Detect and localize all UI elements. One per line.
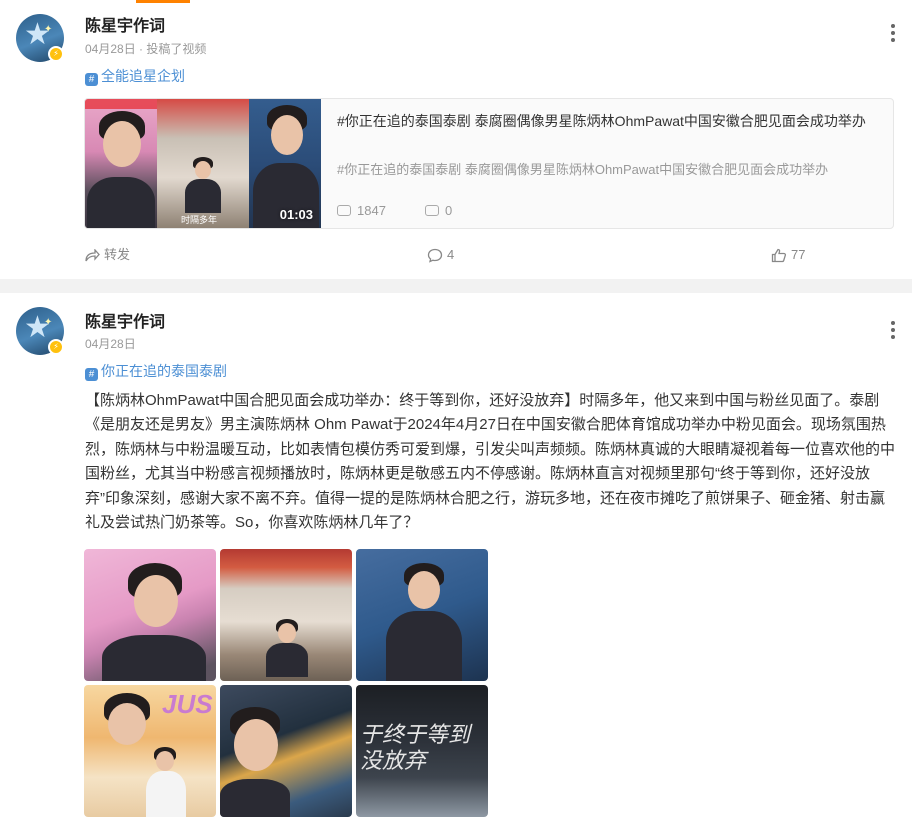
verified-badge-icon: ⚡ [48,46,64,62]
post-meta: 04月28日 · 投稿了视频 [85,40,206,57]
video-title[interactable]: #你正在追的泰国泰剧 泰腐圈偶像男星陈炳林OhmPawat中国安徽合肥见面会成功… [337,111,882,132]
hashtag-icon: # [85,368,98,381]
video-duration: 01:03 [279,207,313,222]
danmaku-icon [425,205,439,216]
like-button[interactable]: 77 [771,243,805,267]
author-name[interactable]: 陈星宇作词 [85,12,165,36]
post-image[interactable]: 于终于等到 没放弃 [356,685,488,817]
repost-icon [85,248,100,262]
video-thumbnail[interactable]: 时隔多年 01:03 [85,99,321,228]
comment-button[interactable]: 4 [427,243,454,267]
thumbnail-frame-center [157,99,249,228]
play-icon [337,205,351,216]
post-image[interactable] [84,549,216,681]
verified-badge-icon: ⚡ [48,339,64,355]
active-tab-indicator [136,0,190,3]
comment-icon [427,248,443,263]
sparkle-icon: ✦ [44,24,53,35]
topic-tag[interactable]: # 你正在追的泰国泰剧 [85,361,227,381]
post-source: · 投稿了视频 [135,42,207,56]
thumbnail-caption: 时隔多年 [181,215,218,225]
topic-label: 你正在追的泰国泰剧 [101,363,227,379]
card-separator [0,279,912,293]
weibo-feed: ★ ✦ ⚡ 陈星宇作词 04月28日 · 投稿了视频 # 全能追星企划 时隔多年… [0,0,912,817]
thumbs-up-icon [771,248,787,263]
thumbnail-frame-left [85,99,157,228]
view-count: 1847 [337,203,386,218]
repost-button[interactable]: 转发 [84,243,130,267]
more-options-icon[interactable] [890,24,896,42]
post-date[interactable]: 04月28日 [85,42,136,56]
post-actions: 转发 4 77 [0,243,912,267]
post-body-text: 【陈炳林OhmPawat中国合肥见面会成功举办：终于等到你，还好没放弃】时隔多年… [85,392,896,532]
topic-tag[interactable]: # 全能追星企划 [85,66,185,86]
video-description: #你正在追的泰国泰剧 泰腐圈偶像男星陈炳林OhmPawat中国安徽合肥见面会成功… [337,162,829,177]
post-date[interactable]: 04月28日 [85,335,136,352]
post-image[interactable] [220,685,352,817]
post-image[interactable]: JUS [84,685,216,817]
post-card: ★ ✦ ⚡ 陈星宇作词 04月28日 · 投稿了视频 # 全能追星企划 时隔多年… [0,0,912,279]
more-options-icon[interactable] [890,321,896,339]
hashtag-icon: # [85,73,98,86]
sparkle-icon: ✦ [44,317,53,328]
video-card[interactable]: 时隔多年 01:03 #你正在追的泰国泰剧 泰腐圈偶像男星陈炳林OhmPawat… [84,98,894,229]
post-image[interactable] [356,549,488,681]
danmaku-count: 0 [425,203,452,218]
topic-label: 全能追星企划 [101,68,185,84]
post-image[interactable] [220,549,352,681]
author-name[interactable]: 陈星宇作词 [85,308,165,332]
